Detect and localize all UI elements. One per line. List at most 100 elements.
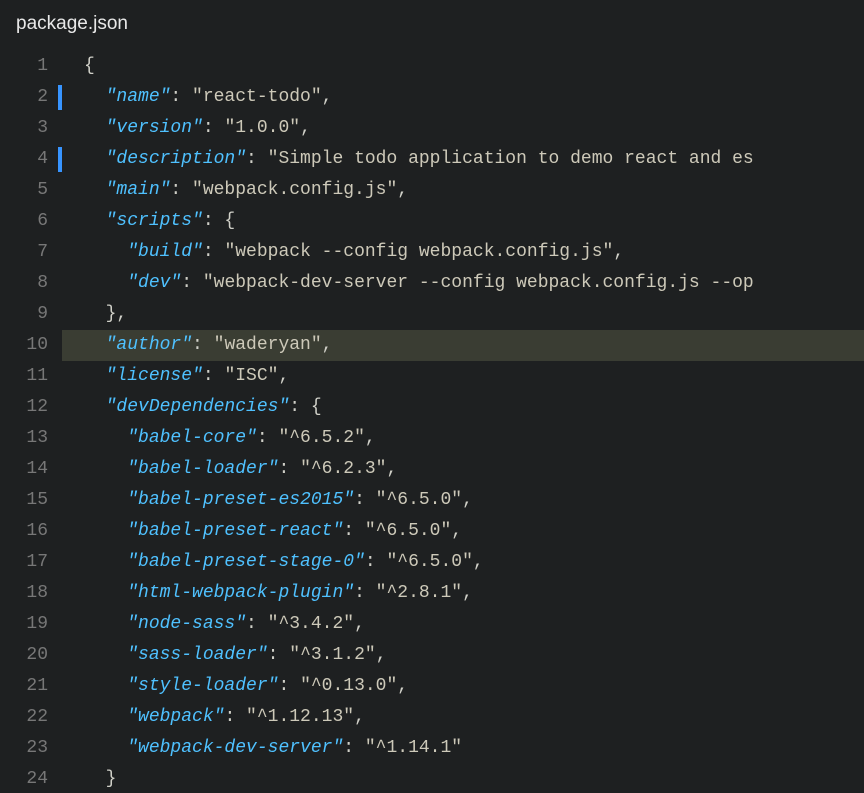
code-line[interactable]: "babel-preset-es2015": "^6.5.0", — [62, 485, 864, 516]
line-number-gutter: 123456789101112131415161718192021222324 — [0, 51, 62, 793]
token-punc — [84, 645, 127, 665]
code-line[interactable]: "dev": "webpack-dev-server --config webp… — [62, 268, 864, 299]
token-punc: } — [84, 769, 116, 789]
code-line[interactable]: "html-webpack-plugin": "^2.8.1", — [62, 578, 864, 609]
token-key: "babel-preset-react" — [127, 521, 343, 541]
token-str: "waderyan" — [214, 335, 322, 355]
token-key: "name" — [106, 87, 171, 107]
token-str: "^6.2.3" — [300, 459, 386, 479]
code-line[interactable]: "sass-loader": "^3.1.2", — [62, 640, 864, 671]
line-number: 21 — [0, 671, 48, 702]
code-line[interactable]: { — [62, 51, 864, 82]
code-line[interactable]: "webpack-dev-server": "^1.14.1" — [62, 733, 864, 764]
token-punc — [84, 211, 106, 231]
token-punc — [84, 676, 127, 696]
token-str: "webpack --config webpack.config.js" — [224, 242, 613, 262]
line-number: 4 — [0, 144, 48, 175]
token-punc — [84, 273, 127, 293]
token-punc: , — [365, 428, 376, 448]
code-line[interactable]: "node-sass": "^3.4.2", — [62, 609, 864, 640]
token-str: "^1.14.1" — [365, 738, 462, 758]
token-key: "scripts" — [106, 211, 203, 231]
code-line[interactable]: "license": "ISC", — [62, 361, 864, 392]
token-punc — [84, 428, 127, 448]
token-punc — [84, 552, 127, 572]
token-punc: : — [354, 490, 376, 510]
token-str: "^6.5.0" — [365, 521, 451, 541]
code-editor[interactable]: 123456789101112131415161718192021222324 … — [0, 51, 864, 793]
code-line[interactable]: }, — [62, 299, 864, 330]
token-punc: : — [343, 521, 365, 541]
token-key: "devDependencies" — [106, 397, 290, 417]
token-punc: , — [322, 335, 333, 355]
code-line[interactable]: "style-loader": "^0.13.0", — [62, 671, 864, 702]
token-key: "style-loader" — [127, 676, 278, 696]
token-key: "description" — [106, 149, 246, 169]
token-punc: : — [268, 645, 290, 665]
token-punc — [84, 490, 127, 510]
token-str: "^3.1.2" — [289, 645, 375, 665]
token-punc: , — [376, 645, 387, 665]
token-str: "^6.5.2" — [278, 428, 364, 448]
code-line[interactable]: "version": "1.0.0", — [62, 113, 864, 144]
line-number: 7 — [0, 237, 48, 268]
token-punc: : — [246, 614, 268, 634]
code-line[interactable]: "name": "react-todo", — [62, 82, 864, 113]
token-punc — [84, 738, 127, 758]
token-str: "^3.4.2" — [268, 614, 354, 634]
token-punc: , — [278, 366, 289, 386]
token-punc: : { — [203, 211, 235, 231]
token-str: "1.0.0" — [224, 118, 300, 138]
token-key: "webpack" — [127, 707, 224, 727]
token-key: "node-sass" — [127, 614, 246, 634]
token-punc — [84, 118, 106, 138]
token-str: "react-todo" — [192, 87, 322, 107]
token-str: "^2.8.1" — [376, 583, 462, 603]
code-line[interactable]: "babel-preset-react": "^6.5.0", — [62, 516, 864, 547]
code-line[interactable]: "build": "webpack --config webpack.confi… — [62, 237, 864, 268]
code-line[interactable]: "babel-loader": "^6.2.3", — [62, 454, 864, 485]
token-punc — [84, 397, 106, 417]
line-number: 1 — [0, 51, 48, 82]
line-number: 5 — [0, 175, 48, 206]
token-punc: , — [397, 676, 408, 696]
token-str: "^1.12.13" — [246, 707, 354, 727]
token-str: "^6.5.0" — [386, 552, 472, 572]
token-str: "webpack.config.js" — [192, 180, 397, 200]
token-punc — [84, 180, 106, 200]
token-key: "html-webpack-plugin" — [127, 583, 354, 603]
code-line[interactable]: } — [62, 764, 864, 793]
code-line[interactable]: "babel-preset-stage-0": "^6.5.0", — [62, 547, 864, 578]
diff-marker — [58, 147, 62, 172]
line-number: 22 — [0, 702, 48, 733]
line-number: 9 — [0, 299, 48, 330]
token-punc — [84, 583, 127, 603]
token-key: "dev" — [127, 273, 181, 293]
code-line[interactable]: "devDependencies": { — [62, 392, 864, 423]
code-line[interactable]: "scripts": { — [62, 206, 864, 237]
token-key: "author" — [106, 335, 192, 355]
code-line[interactable]: "main": "webpack.config.js", — [62, 175, 864, 206]
token-punc: : — [246, 149, 268, 169]
token-key: "version" — [106, 118, 203, 138]
active-tab[interactable]: package.json — [16, 13, 128, 34]
code-content[interactable]: { "name": "react-todo", "version": "1.0.… — [62, 51, 864, 793]
token-punc: , — [322, 87, 333, 107]
code-line[interactable]: "babel-core": "^6.5.2", — [62, 423, 864, 454]
token-punc: , — [473, 552, 484, 572]
token-punc: { — [84, 56, 95, 76]
token-punc: : — [354, 583, 376, 603]
token-punc: , — [354, 614, 365, 634]
code-line[interactable]: "webpack": "^1.12.13", — [62, 702, 864, 733]
code-line[interactable]: "description": "Simple todo application … — [62, 144, 864, 175]
token-key: "babel-preset-stage-0" — [127, 552, 365, 572]
token-punc — [84, 614, 127, 634]
token-punc: : — [192, 335, 214, 355]
line-number: 6 — [0, 206, 48, 237]
token-str: "webpack-dev-server --config webpack.con… — [203, 273, 754, 293]
token-punc: : — [257, 428, 279, 448]
code-line[interactable]: "author": "waderyan", — [62, 330, 864, 361]
line-number: 8 — [0, 268, 48, 299]
token-punc: : — [170, 180, 192, 200]
line-number: 3 — [0, 113, 48, 144]
